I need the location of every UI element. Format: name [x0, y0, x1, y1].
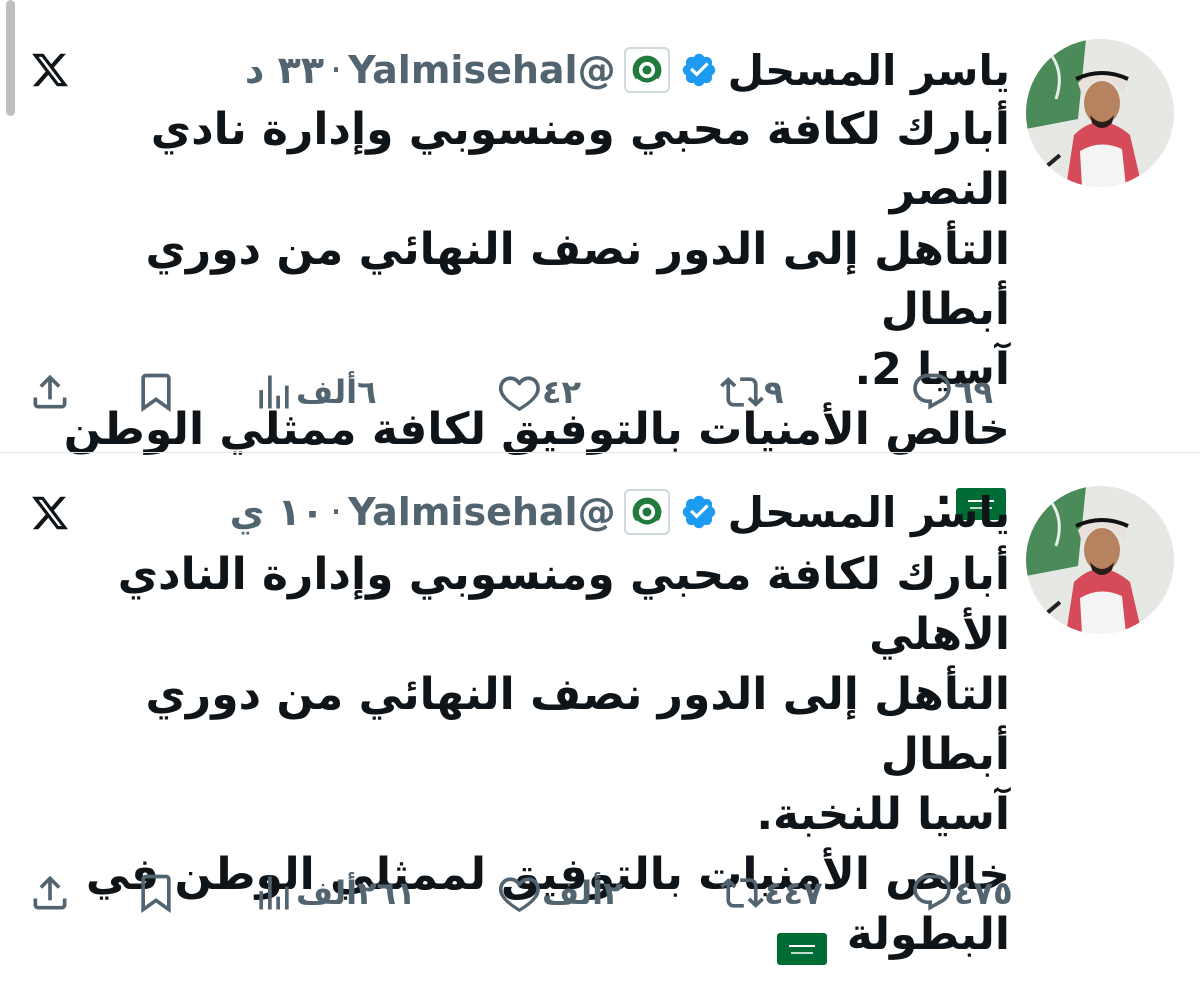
tweet-header: ياسر المسحل @Yalmisehal · ١٠ ي — [230, 477, 1010, 547]
avatar[interactable] — [1026, 39, 1174, 187]
reply-count: ٤٧٥ — [954, 874, 1013, 912]
views-icon — [259, 375, 289, 409]
views-button[interactable]: ٢٦١ألف — [252, 863, 426, 923]
tweet-card[interactable]: ياسر المسحل @Yalmisehal · ٣٣ د أبارك لكا… — [0, 0, 1200, 520]
bookmark-button[interactable] — [134, 362, 178, 422]
like-button[interactable]: ٤٢ — [498, 362, 587, 422]
tweet-time[interactable]: ٣٣ د — [245, 48, 324, 92]
x-logo-icon — [30, 493, 70, 533]
heart-icon — [498, 877, 540, 913]
tweet-time[interactable]: ١٠ ي — [230, 490, 324, 534]
retweet-button[interactable]: ٩ — [720, 362, 790, 422]
views-count: ٦ألف — [296, 373, 377, 411]
separator-dot: · — [330, 490, 343, 534]
reply-icon — [913, 373, 951, 410]
tweet-actions: ٦٩ ٩ ٤٢ ٦ألف — [0, 362, 1200, 422]
avatar[interactable] — [1026, 486, 1174, 634]
share-button[interactable] — [28, 362, 72, 422]
tweet-actions: ٤٧٥ ٤٤٧ ٢ألف ٢٦١ألف — [0, 863, 1200, 923]
share-button[interactable] — [28, 863, 72, 923]
retweet-count: ٩ — [764, 373, 784, 411]
views-count: ٢٦١ألف — [296, 874, 416, 912]
verified-badge-icon[interactable] — [680, 493, 718, 531]
like-button[interactable]: ٢ألف — [498, 863, 629, 923]
reply-count: ٦٩ — [954, 373, 994, 411]
retweet-button[interactable]: ٤٤٧ — [720, 863, 829, 923]
tweet-header: ياسر المسحل @Yalmisehal · ٣٣ د — [245, 35, 1010, 105]
saudi-football-federation-icon[interactable] — [623, 489, 670, 535]
author-name[interactable]: ياسر المسحل — [728, 488, 1010, 537]
retweet-count: ٤٤٧ — [764, 874, 823, 912]
saudi-football-federation-icon[interactable] — [623, 47, 670, 93]
retweet-icon — [720, 878, 764, 908]
like-count: ٤٢ — [542, 373, 582, 411]
views-button[interactable]: ٦ألف — [252, 362, 387, 422]
views-icon — [259, 876, 289, 910]
bookmark-icon — [141, 373, 171, 413]
author-name[interactable]: ياسر المسحل — [728, 46, 1010, 95]
x-logo-icon — [30, 50, 70, 90]
reply-button[interactable]: ٤٧٥ — [910, 863, 1019, 923]
author-handle[interactable]: @Yalmisehal — [348, 48, 615, 92]
separator-dot: · — [330, 48, 343, 92]
heart-icon — [498, 376, 540, 412]
retweet-icon — [720, 377, 764, 407]
share-icon — [33, 374, 67, 409]
author-handle[interactable]: @Yalmisehal — [348, 490, 615, 534]
reply-icon — [913, 874, 951, 911]
share-icon — [33, 875, 67, 910]
like-count: ٢ألف — [542, 874, 623, 912]
tweet-card[interactable]: ياسر المسحل @Yalmisehal · ١٠ ي أبارك لكا… — [0, 453, 1200, 965]
bookmark-icon — [141, 874, 171, 914]
verified-badge-icon[interactable] — [680, 51, 718, 89]
reply-button[interactable]: ٦٩ — [910, 362, 999, 422]
bookmark-button[interactable] — [134, 863, 178, 923]
saudi-flag-icon — [777, 921, 828, 965]
